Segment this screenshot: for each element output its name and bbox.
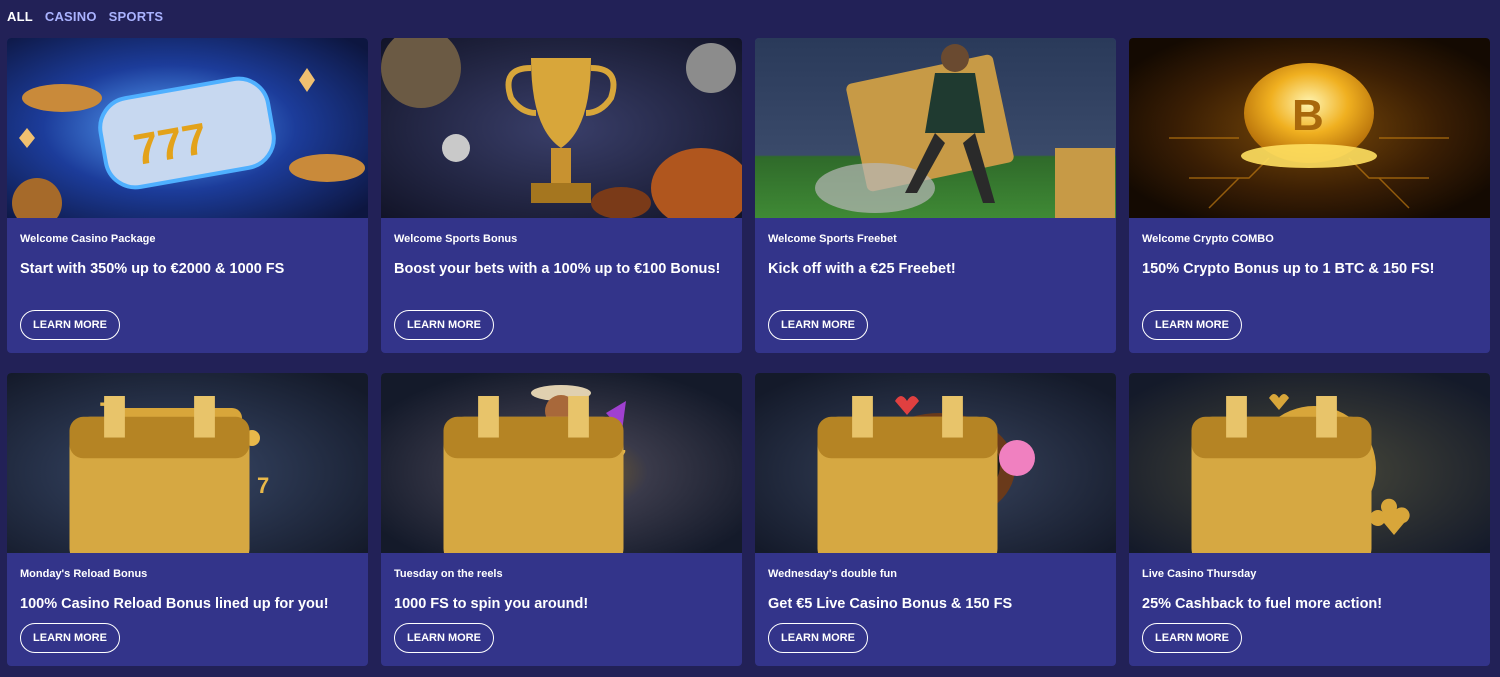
promo-subtitle: Welcome Sports Freebet: [768, 233, 897, 245]
promo-subtitle: Welcome Sports Bonus: [394, 233, 518, 245]
promo-card-welcome-casino: 777 Welcome Casino Package Start with 35…: [7, 38, 368, 353]
tab-all[interactable]: ALL: [7, 9, 33, 24]
promo-card-live-casino-thursday: Live Casino Thursday 25% Cashback to fue…: [1129, 373, 1490, 666]
promo-image-bitcoin: B: [1129, 38, 1490, 218]
promo-subtitle: Tuesday on the reels: [394, 568, 503, 580]
promo-headline: Boost your bets with a 100% up to €100 B…: [394, 261, 721, 277]
promo-image-slot-reel: 777: [7, 38, 368, 218]
tab-casino[interactable]: CASINO: [45, 9, 97, 24]
learn-more-button[interactable]: LEARN MORE: [20, 623, 120, 653]
promo-card-welcome-sports: Welcome Sports Bonus Boost your bets wit…: [381, 38, 742, 353]
learn-more-button[interactable]: LEARN MORE: [1142, 623, 1242, 653]
promo-card-wednesday-double: Wednesday's double fun Get €5 Live Casin…: [755, 373, 1116, 666]
calendar-icon: [817, 396, 998, 553]
promo-image-cowboy: 7 7: [381, 373, 742, 553]
promo-subtitle: Welcome Casino Package: [20, 233, 156, 245]
promotions-grid: 777 Welcome Casino Package Start with 35…: [7, 38, 1491, 666]
promo-headline: Kick off with a €25 Freebet!: [768, 261, 956, 277]
calendar-icon: [1191, 396, 1372, 553]
learn-more-button[interactable]: LEARN MORE: [768, 310, 868, 340]
promo-card-tuesday-reels: 7 7 Tuesday on the reels 1000 FS to spin…: [381, 373, 742, 666]
learn-more-button[interactable]: LEARN MORE: [394, 623, 494, 653]
promo-image-poker-chip: [1129, 373, 1490, 553]
promo-subtitle: Monday's Reload Bonus: [20, 568, 148, 580]
promo-image-slot-machine: 777 7 7: [7, 373, 368, 553]
svg-text:B: B: [1292, 91, 1324, 140]
promo-headline: 25% Cashback to fuel more action!: [1142, 596, 1383, 612]
promo-subtitle: Live Casino Thursday: [1142, 568, 1257, 580]
promo-subtitle: Wednesday's double fun: [768, 568, 897, 580]
promo-headline: Start with 350% up to €2000 & 1000 FS: [20, 261, 285, 277]
promo-image-trophy: [381, 38, 742, 218]
calendar-icon: [443, 396, 624, 553]
promo-image-roulette: [755, 373, 1116, 553]
promo-headline: 100% Casino Reload Bonus lined up for yo…: [20, 596, 329, 612]
learn-more-button[interactable]: LEARN MORE: [768, 623, 868, 653]
promo-headline: Get €5 Live Casino Bonus & 150 FS: [768, 596, 1013, 612]
promo-card-welcome-crypto: B Welcome Crypto COMBO 150% Crypto Bonus…: [1129, 38, 1490, 353]
promo-card-welcome-freebet: Welcome Sports Freebet Kick off with a €…: [755, 38, 1116, 353]
tab-sports[interactable]: SPORTS: [109, 9, 164, 24]
filter-tabs: ALL CASINO SPORTS: [7, 6, 163, 26]
learn-more-button[interactable]: LEARN MORE: [394, 310, 494, 340]
promo-card-monday-reload: 777 7 7 Monday's Reload Bonus 100% Casin…: [7, 373, 368, 666]
learn-more-button[interactable]: LEARN MORE: [20, 310, 120, 340]
learn-more-button[interactable]: LEARN MORE: [1142, 310, 1242, 340]
promo-headline: 1000 FS to spin you around!: [394, 596, 589, 612]
promo-headline: 150% Crypto Bonus up to 1 BTC & 150 FS!: [1142, 261, 1435, 277]
promo-subtitle: Welcome Crypto COMBO: [1142, 233, 1274, 245]
promo-image-footballer: [755, 38, 1116, 218]
calendar-icon: [69, 396, 250, 553]
